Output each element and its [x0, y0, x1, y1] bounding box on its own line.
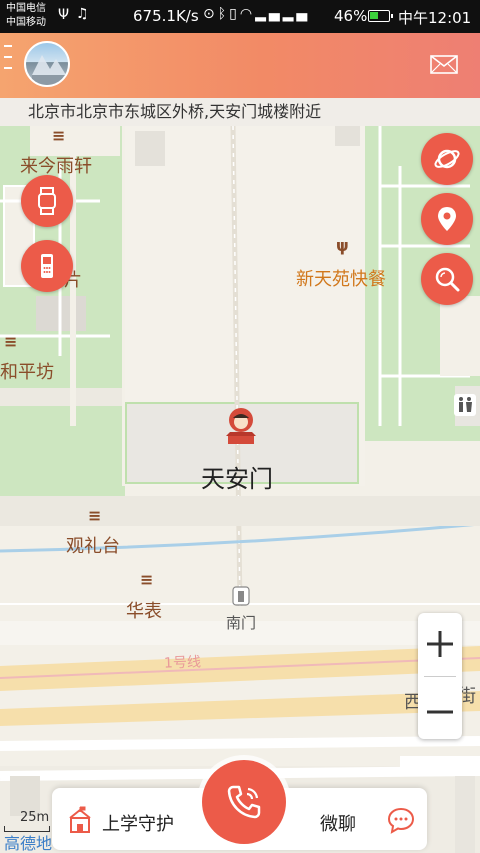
zoom-divider	[424, 676, 456, 677]
tiananmen-marker-icon	[226, 408, 256, 444]
label-laijin: 来今雨轩	[20, 156, 92, 177]
notification-bell-icon: ♫	[76, 6, 89, 22]
carrier-names: 中国电信 中国移动	[6, 2, 46, 30]
app-header	[0, 33, 480, 98]
map-watermark: 高德地	[4, 834, 53, 853]
label-nanmen: 南门	[226, 614, 257, 632]
location-pin-icon	[438, 207, 456, 231]
planet-button[interactable]	[421, 133, 473, 185]
avatar[interactable]	[24, 41, 70, 87]
bluetooth-icon: ᛒ	[217, 6, 230, 22]
wifi-icon: ◠	[239, 6, 256, 22]
network-speed: 675.1K/s	[133, 7, 199, 25]
poi-marker: ≡	[88, 506, 102, 525]
label-line1: 1号线	[163, 654, 202, 672]
usb-icon: Ψ	[58, 7, 70, 23]
phone-icon	[41, 254, 53, 278]
poi-marker: ≡	[52, 126, 66, 145]
vibrate-icon: ▯	[229, 6, 240, 22]
location-button[interactable]	[421, 193, 473, 245]
restaurant-icon: ψ	[336, 236, 349, 255]
watch-icon	[38, 187, 56, 215]
location-status-icon: ⊙	[203, 6, 218, 22]
label-guanlitai: 观礼台	[66, 536, 120, 557]
school-icon[interactable]	[66, 806, 94, 834]
carrier-2: 中国移动	[6, 17, 46, 28]
label-heping: 和平坊	[0, 362, 54, 383]
signal-4g-icon: ▂▄	[255, 6, 283, 22]
chat-label[interactable]: 微聊	[320, 810, 356, 836]
plus-icon	[427, 631, 453, 657]
poi-marker: ≡	[4, 332, 18, 351]
zoom-in-button[interactable]	[418, 613, 462, 673]
zoom-out-button[interactable]	[418, 679, 462, 739]
battery-icon	[368, 10, 393, 22]
address-banner: 北京市北京市东城区外桥,天安门城楼附近	[0, 98, 480, 126]
label-xintianyuan: 新天苑快餐	[296, 269, 386, 290]
planet-icon	[434, 149, 460, 169]
label-huabiao: 华表	[126, 601, 162, 622]
phone-button[interactable]	[21, 240, 73, 292]
status-bar: 中国电信 中国移动 Ψ ♫ 675.1K/s ⊙ᛒ▯◠▂▄▂▄ 46% 中午12…	[0, 0, 480, 33]
signal-2g-icon: ▂▄	[282, 6, 311, 22]
search-zoom-icon	[435, 267, 460, 292]
restroom-icon	[454, 394, 476, 416]
chat-bubble-icon[interactable]	[387, 806, 415, 834]
carrier-1: 中国电信	[6, 3, 46, 14]
search-button[interactable]	[421, 253, 473, 305]
map-view[interactable]: ≡ 来今雨轩 片 ≡ 和平坊 ψ 新天苑快餐 天安门 ≡ 观礼台 ≡ 华表 南门…	[0, 126, 480, 853]
school-guard-label[interactable]: 上学守护	[102, 810, 174, 836]
call-button[interactable]	[202, 760, 286, 844]
battery-percent: 46%	[334, 7, 368, 25]
poi-marker: ≡	[140, 570, 154, 589]
zoom-control	[418, 613, 462, 739]
phone-call-icon	[227, 785, 261, 819]
watch-button[interactable]	[21, 175, 73, 227]
map-scale-label: 25m	[20, 810, 50, 825]
gate-icon	[232, 586, 250, 606]
hamburger-icon[interactable]	[4, 45, 12, 85]
envelope-icon[interactable]	[430, 55, 458, 74]
minus-icon	[427, 710, 453, 714]
clock: 中午12:01	[398, 9, 472, 27]
status-icons: ⊙ᛒ▯◠▂▄▂▄	[203, 6, 310, 22]
label-tiananmen: 天安门	[201, 465, 273, 493]
